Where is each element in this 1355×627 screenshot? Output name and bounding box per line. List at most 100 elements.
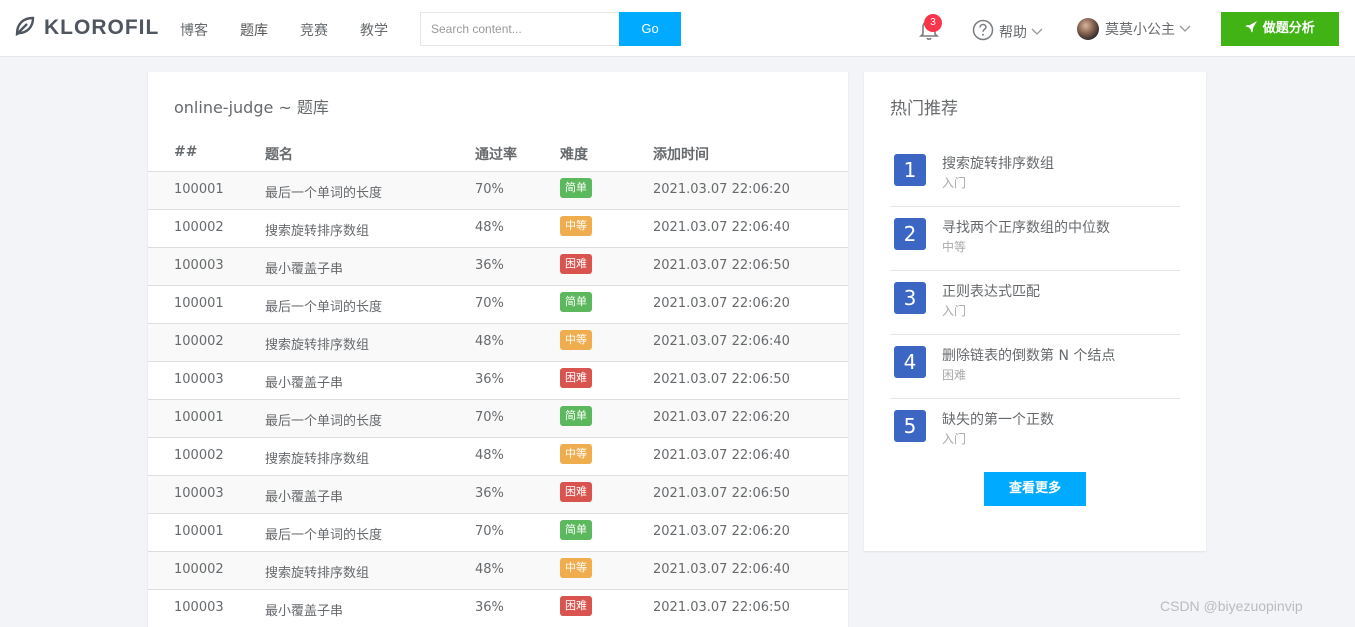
view-more-button[interactable]: 查看更多: [984, 472, 1086, 506]
hot-item[interactable]: 3 正则表达式匹配 入门: [890, 271, 1180, 335]
added-time: 2021.03.07 22:06:40: [653, 220, 790, 235]
hot-panel: 热门推荐 1 搜索旋转排序数组 入门 2 寻找两个正序数组的中位数 中等 3 正则表达式匹配入…: [864, 72, 1206, 551]
problem-id: 100003: [174, 486, 224, 501]
problem-name[interactable]: 最后一个单词的长度: [265, 296, 382, 315]
hot-item-name: 搜索旋转排序数组: [942, 156, 1054, 172]
difficulty-tag: 简单: [560, 406, 592, 426]
brand-logo[interactable]: KLOROFIL: [14, 15, 159, 41]
problem-name[interactable]: 最小覆盖子串: [265, 372, 343, 391]
problem-id: 100002: [174, 448, 224, 463]
hot-item[interactable]: 1 搜索旋转排序数组 入门: [890, 143, 1180, 207]
added-time: 2021.03.07 22:06:40: [653, 448, 790, 463]
difficulty-tag: 困难: [560, 596, 592, 616]
rank-number: 4: [894, 346, 926, 378]
pass-rate: 36%: [475, 486, 504, 501]
help-menu[interactable]: 帮助: [972, 19, 1043, 45]
added-time: 2021.03.07 22:06:20: [653, 524, 790, 539]
pass-rate: 36%: [475, 372, 504, 387]
problem-id: 100001: [174, 524, 224, 539]
chevron-down-icon: [1031, 24, 1043, 40]
brand-name: KLOROFIL: [44, 16, 160, 39]
nav-item-teaching[interactable]: 教学: [360, 20, 388, 40]
rocket-icon: [1245, 21, 1263, 36]
problem-id: 100002: [174, 562, 224, 577]
pass-rate: 48%: [475, 220, 504, 235]
problem-list-panel: online-judge ~ 题库 ## 题名 通过率 难度 添加时间 1000…: [148, 72, 848, 627]
table-row[interactable]: 100001 最后一个单词的长度 70% 简单 2021.03.07 22:06:20: [148, 513, 848, 551]
added-time: 2021.03.07 22:06:50: [653, 372, 790, 387]
difficulty-tag: 中等: [560, 444, 592, 464]
added-time: 2021.03.07 22:06:40: [653, 562, 790, 577]
difficulty-tag: 困难: [560, 254, 592, 274]
hot-item-level: 入门: [942, 176, 967, 190]
hot-item-name: 寻找两个正序数组的中位数: [942, 220, 1110, 236]
hot-item[interactable]: 2 寻找两个正序数组的中位数 中等: [890, 207, 1180, 271]
problem-name[interactable]: 搜索旋转排序数组: [265, 220, 369, 239]
nav-item-problems[interactable]: 题库: [240, 20, 268, 40]
problem-name[interactable]: 最小覆盖子串: [265, 258, 343, 277]
problem-id: 100002: [174, 220, 224, 235]
analyze-button[interactable]: 做题分析: [1221, 12, 1339, 46]
user-menu[interactable]: 莫莫小公主: [1077, 18, 1191, 40]
table-row[interactable]: 100003 最小覆盖子串 36% 困难 2021.03.07 22:06:50: [148, 247, 848, 285]
difficulty-tag: 简单: [560, 178, 592, 198]
search-input[interactable]: [420, 12, 620, 46]
avatar: [1077, 18, 1099, 40]
rank-number: 3: [894, 282, 926, 314]
pass-rate: 48%: [475, 562, 504, 577]
pass-rate: 36%: [475, 600, 504, 615]
notification-badge: 3: [924, 14, 942, 32]
rank-number: 2: [894, 218, 926, 250]
problem-name[interactable]: 最小覆盖子串: [265, 486, 343, 505]
difficulty-tag: 简单: [560, 292, 592, 312]
problem-name[interactable]: 最后一个单词的长度: [265, 182, 382, 201]
problem-id: 100001: [174, 410, 224, 425]
problem-name[interactable]: 搜索旋转排序数组: [265, 334, 369, 353]
added-time: 2021.03.07 22:06:40: [653, 334, 790, 349]
table-row[interactable]: 100002 搜索旋转排序数组 48% 中等 2021.03.07 22:06:40: [148, 551, 848, 589]
problem-name[interactable]: 最后一个单词的长度: [265, 524, 382, 543]
table-row[interactable]: 100003 最小覆盖子串 36% 困难 2021.03.07 22:06:50: [148, 589, 848, 627]
hot-title: 热门推荐: [890, 99, 958, 119]
pass-rate: 36%: [475, 258, 504, 273]
rank-number: 1: [894, 154, 926, 186]
watermark: CSDN @biyezuopinvip: [1160, 598, 1303, 614]
difficulty-tag: 困难: [560, 482, 592, 502]
added-time: 2021.03.07 22:06:50: [653, 486, 790, 501]
problem-name[interactable]: 最小覆盖子串: [265, 600, 343, 619]
table-row[interactable]: 100001 最后一个单词的长度 70% 简单 2021.03.07 22:06:20: [148, 399, 848, 437]
hot-item[interactable]: 4 删除链表的倒数第 N 个结点 困难: [890, 335, 1180, 399]
leaf-icon: [14, 15, 36, 41]
hot-item-level: 入门: [942, 304, 967, 318]
difficulty-tag: 中等: [560, 216, 592, 236]
difficulty-tag: 困难: [560, 368, 592, 388]
search-go-button[interactable]: Go: [619, 12, 681, 46]
panel-title: online-judge ~ 题库: [174, 98, 329, 117]
table-row[interactable]: 100003 最小覆盖子串 36% 困难 2021.03.07 22:06:50: [148, 361, 848, 399]
chevron-down-icon: [1179, 21, 1191, 37]
nav-item-blog[interactable]: 博客: [180, 20, 208, 40]
column-header-rate: 通过率: [475, 147, 517, 163]
column-header-time: 添加时间: [653, 147, 709, 163]
column-header-name: 题名: [265, 147, 293, 163]
problem-name[interactable]: 搜索旋转排序数组: [265, 562, 369, 581]
table-row[interactable]: 100001 最后一个单词的长度 70% 简单 2021.03.07 22:06:20: [148, 171, 848, 209]
user-name: 莫莫小公主: [1105, 22, 1175, 38]
table-row[interactable]: 100002 搜索旋转排序数组 48% 中等 2021.03.07 22:06:40: [148, 437, 848, 475]
question-circle-icon: [972, 19, 994, 45]
added-time: 2021.03.07 22:06:20: [653, 410, 790, 425]
difficulty-tag: 中等: [560, 558, 592, 578]
table-row[interactable]: 100002 搜索旋转排序数组 48% 中等 2021.03.07 22:06:40: [148, 209, 848, 247]
problem-name[interactable]: 最后一个单词的长度: [265, 410, 382, 429]
nav-item-contest[interactable]: 竞赛: [300, 20, 328, 40]
hot-item-name: 删除链表的倒数第 N 个结点: [942, 348, 1116, 364]
hot-item-name: 正则表达式匹配: [942, 284, 1040, 300]
hot-item[interactable]: 5 缺失的第一个正数 入门: [890, 399, 1180, 463]
problem-id: 100001: [174, 182, 224, 197]
table-row[interactable]: 100002 搜索旋转排序数组 48% 中等 2021.03.07 22:06:40: [148, 323, 848, 361]
added-time: 2021.03.07 22:06:50: [653, 600, 790, 615]
table-row[interactable]: 100003 最小覆盖子串 36% 困难 2021.03.07 22:06:50: [148, 475, 848, 513]
hot-item-level: 中等: [942, 240, 967, 254]
table-row[interactable]: 100001 最后一个单词的长度 70% 简单 2021.03.07 22:06:20: [148, 285, 848, 323]
problem-name[interactable]: 搜索旋转排序数组: [265, 448, 369, 467]
